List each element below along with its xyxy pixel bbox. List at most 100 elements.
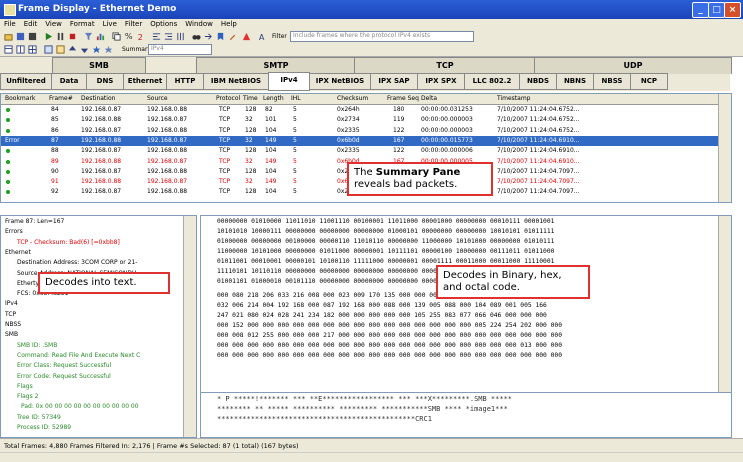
col-frame[interactable]: Frame# [49, 95, 73, 102]
move-down-icon[interactable] [80, 45, 89, 54]
decode-line[interactable]: Frame 87: Len=167 [5, 218, 64, 225]
menu-format[interactable]: Format [66, 19, 99, 29]
col-checksum[interactable]: Checksum [337, 95, 368, 102]
layout-3-icon[interactable] [28, 45, 37, 54]
find-next-icon[interactable] [204, 32, 213, 41]
filter-font-icon[interactable]: A [258, 32, 267, 41]
table-row[interactable]: Error 87 192.168.0.88 192.168.0.87 TCP 32 149 5… [1, 135, 731, 146]
summary-scrollbar[interactable] [718, 94, 731, 202]
stop-icon[interactable] [68, 32, 77, 41]
decode-line[interactable]: Error Code: Request Successful [17, 373, 111, 380]
filter-input[interactable]: Include frames where the protocol IPv4 e… [290, 31, 474, 42]
grid-2-icon[interactable] [56, 45, 65, 54]
alert-icon[interactable] [242, 32, 251, 41]
decode-pane[interactable]: Frame 87: Len=167 Errors TCP - Checksum: B… [0, 215, 197, 438]
move-up-icon[interactable] [68, 45, 77, 54]
tab-unfiltered[interactable]: Unfiltered [0, 73, 52, 90]
col-length[interactable]: Length [263, 95, 284, 102]
table-row[interactable]: 84 192.168.0.87 192.168.0.88 TCP 128 82 5 0x264… [1, 105, 731, 115]
filter-icon[interactable] [84, 32, 93, 41]
tab-dns[interactable]: DNS [86, 73, 124, 90]
tab-ethernet[interactable]: Ethernet [123, 73, 167, 90]
pause-icon[interactable] [56, 32, 65, 41]
columns-icon[interactable] [176, 32, 185, 41]
align-right-icon[interactable] [164, 32, 173, 41]
bookmark-icon[interactable] [216, 32, 225, 41]
minimize-button[interactable]: _ [692, 2, 709, 18]
number-icon[interactable]: 2 [136, 32, 145, 41]
title-bar[interactable]: Frame Display - Ethernet Demo _ □ × [0, 0, 743, 19]
save-icon[interactable] [16, 32, 25, 41]
summary-select[interactable]: IPv4 [148, 44, 212, 55]
capture-icon[interactable] [28, 32, 37, 41]
decode-line[interactable]: TCP [5, 311, 16, 318]
menu-live[interactable]: Live [99, 19, 121, 29]
tab-nbds[interactable]: NBDS [519, 73, 557, 90]
col-protocol[interactable]: Protocol [216, 95, 240, 102]
decode-scrollbar[interactable] [183, 216, 196, 437]
decode-line[interactable]: Errors [5, 228, 23, 235]
tab-nbss[interactable]: NBSS [593, 73, 631, 90]
col-frameseq[interactable]: Frame Seq [387, 95, 419, 102]
col-timestamp[interactable]: Timestamp [497, 95, 531, 102]
decode-line[interactable]: Error Class: Request Successful [17, 362, 111, 369]
tab-ipx-spx[interactable]: IPX SPX [417, 73, 465, 90]
bookmark-next-icon[interactable] [104, 45, 113, 54]
menu-options[interactable]: Options [146, 19, 181, 29]
menu-filter[interactable]: Filter [121, 19, 146, 29]
decode-line[interactable]: IPv4 [5, 300, 18, 307]
decode-line[interactable]: Process ID: 52989 [17, 424, 71, 431]
bookmark-add-icon[interactable] [92, 45, 101, 54]
layout-2-icon[interactable] [16, 45, 25, 54]
decode-line[interactable]: Destination Address: 3COM CORP or 21- [17, 259, 137, 266]
paint-icon[interactable] [228, 32, 237, 41]
tab-ipx-sap[interactable]: IPX SAP [370, 73, 418, 90]
menu-view[interactable]: View [41, 19, 66, 29]
menu-help[interactable]: Help [217, 19, 241, 29]
decode-line[interactable]: Flags [17, 383, 33, 390]
tab-llc[interactable]: LLC 802.2 [464, 73, 520, 90]
chart-icon[interactable] [96, 32, 105, 41]
menu-edit[interactable]: Edit [20, 19, 42, 29]
decode-line[interactable]: Pad: 0x 00 00 00 00 00 00 00 00 00 00 [21, 403, 139, 410]
col-bookmark[interactable]: Bookmark [5, 95, 35, 102]
table-row[interactable]: 86 192.168.0.87 192.168.0.88 TCP 128 104 5 0x23… [1, 126, 731, 136]
decode-line[interactable]: Tree ID: 57349 [17, 414, 61, 421]
decode-line[interactable]: Command: Read File And Execute Next C [17, 352, 140, 359]
col-delta[interactable]: Delta [421, 95, 437, 102]
binary-pane[interactable]: 00000000 01010000 11011010 11001110 0010… [200, 215, 732, 393]
decode-line[interactable]: Ethernet [5, 249, 31, 256]
decode-line[interactable]: Flags 2 [17, 393, 38, 400]
tab-ncp[interactable]: NCP [630, 73, 668, 90]
tab-http[interactable]: HTTP [166, 73, 204, 90]
ascii-pane[interactable]: * P *****!******* *** **E***************… [200, 392, 732, 438]
menu-file[interactable]: File [0, 19, 20, 29]
menu-window[interactable]: Window [181, 19, 217, 29]
col-time[interactable]: Time [243, 95, 258, 102]
maximize-button[interactable]: □ [708, 2, 725, 18]
col-source[interactable]: Source [147, 95, 168, 102]
table-row[interactable]: 85 192.168.0.88 192.168.0.87 TCP 32 101 5 0x273… [1, 115, 731, 125]
col-ihl[interactable]: IHL [291, 95, 301, 102]
col-destination[interactable]: Destination [81, 95, 115, 102]
align-left-icon[interactable] [152, 32, 161, 41]
copy-icon[interactable] [112, 32, 121, 41]
grid-icon[interactable] [44, 45, 53, 54]
tab-nbns[interactable]: NBNS [556, 73, 594, 90]
decode-line[interactable]: NBSS [5, 321, 21, 328]
percent-icon[interactable]: % [124, 32, 133, 41]
binary-scrollbar[interactable] [718, 216, 731, 392]
tab-ipv4[interactable]: IPv4 [268, 72, 310, 91]
binoculars-icon[interactable] [192, 32, 201, 41]
decode-line[interactable]: SMB [5, 331, 18, 338]
table-row[interactable]: 88 192.168.0.87 192.168.0.88 TCP 128 104 5 0x23… [1, 146, 731, 156]
tab-data[interactable]: Data [51, 73, 87, 90]
decode-line[interactable]: TCP - Checksum: Bad(6) [=0xbb8] [17, 239, 120, 246]
decode-line[interactable]: SMB ID: .SMB [17, 342, 57, 349]
close-button[interactable]: × [724, 2, 741, 18]
tab-ibm-netbios[interactable]: IBM NetBIOS [203, 73, 269, 90]
layout-1-icon[interactable] [4, 45, 13, 54]
tab-ipx-netbios[interactable]: IPX NetBIOS [309, 73, 371, 90]
play-icon[interactable] [44, 32, 53, 41]
open-icon[interactable] [4, 32, 13, 41]
